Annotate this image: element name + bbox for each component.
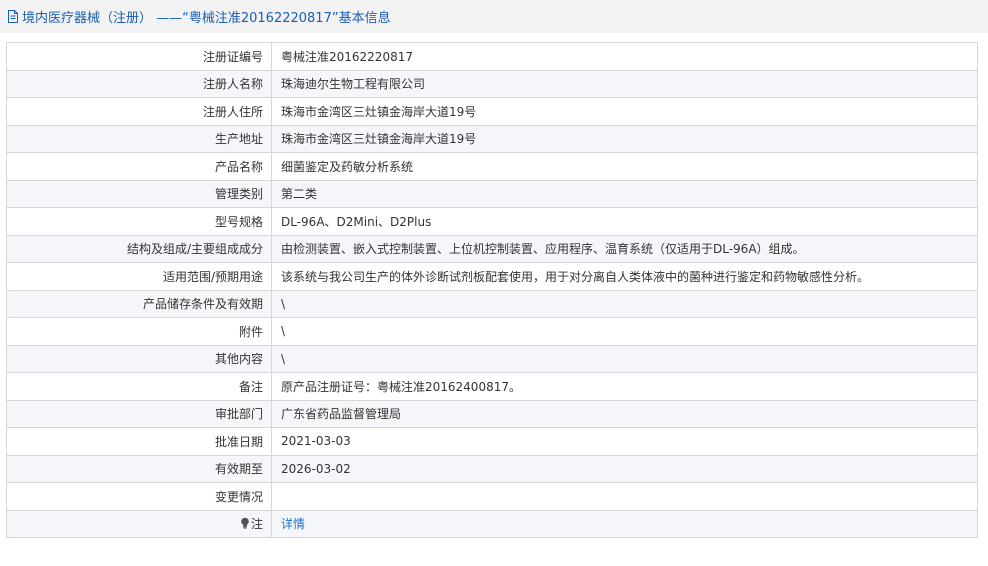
- row-label: 注册人住所: [6, 97, 272, 126]
- table-row: 其他内容 \: [6, 344, 978, 373]
- table-row: 有效期至 2026-03-02: [6, 454, 978, 483]
- row-value: 原产品注册证号：粤械注准20162400817。: [271, 372, 978, 401]
- row-label: 生产地址: [6, 124, 272, 153]
- row-value: 珠海迪尔生物工程有限公司: [271, 69, 978, 98]
- row-value: 粤械注准20162220817: [271, 42, 978, 71]
- table-row: 注册人名称 珠海迪尔生物工程有限公司: [6, 69, 978, 98]
- row-value: 广东省药品监督管理局: [271, 399, 978, 428]
- row-value: 珠海市金湾区三灶镇金海岸大道19号: [271, 97, 978, 126]
- table-row: 备注 原产品注册证号：粤械注准20162400817。: [6, 372, 978, 401]
- row-label: 结构及组成/主要组成成分: [6, 234, 272, 263]
- table-row: 批准日期 2021-03-03: [6, 427, 978, 456]
- row-value: 珠海市金湾区三灶镇金海岸大道19号: [271, 124, 978, 153]
- row-value: [271, 482, 978, 511]
- row-label: 变更情况: [6, 482, 272, 511]
- table-row: 注册人住所 珠海市金湾区三灶镇金海岸大道19号: [6, 97, 978, 126]
- row-label: 其他内容: [6, 344, 272, 373]
- table-row: 注册证编号 粤械注准20162220817: [6, 42, 978, 71]
- note-label: 注: [250, 517, 263, 532]
- row-value: 2021-03-03: [271, 427, 978, 456]
- document-icon: [7, 10, 19, 23]
- table-row: 产品名称 细菌鉴定及药敏分析系统: [6, 152, 978, 181]
- row-label: 附件: [6, 317, 272, 346]
- row-value: \: [271, 317, 978, 346]
- info-table: 注册证编号 粤械注准20162220817 注册人名称 珠海迪尔生物工程有限公司…: [6, 42, 978, 538]
- table-row: 生产地址 珠海市金湾区三灶镇金海岸大道19号: [6, 124, 978, 153]
- row-label: 审批部门: [6, 399, 272, 428]
- table-row: 变更情况: [6, 482, 978, 511]
- row-label: 产品储存条件及有效期: [6, 289, 272, 318]
- row-label: 型号规格: [6, 207, 272, 236]
- row-label: 产品名称: [6, 152, 272, 181]
- row-label: 有效期至: [6, 454, 272, 483]
- details-link[interactable]: 详情: [281, 517, 305, 531]
- row-label: 注册证编号: [6, 42, 272, 71]
- page-title: 境内医疗器械（注册） ——“粤械注准20162220817”基本信息: [22, 11, 391, 26]
- row-label: 管理类别: [6, 179, 272, 208]
- row-label: 适用范围/预期用途: [6, 262, 272, 291]
- note-label-cell: 注: [6, 509, 272, 538]
- table-row: 产品储存条件及有效期 \: [6, 289, 978, 318]
- table-row: 审批部门 广东省药品监督管理局: [6, 399, 978, 428]
- lightbulb-icon: [240, 517, 250, 529]
- note-row: 注 详情: [6, 509, 978, 538]
- row-value: 2026-03-02: [271, 454, 978, 483]
- row-value: \: [271, 289, 978, 318]
- row-value: DL-96A、D2Mini、D2Plus: [271, 207, 978, 236]
- table-row: 适用范围/预期用途 该系统与我公司生产的体外诊断试剂板配套使用，用于对分离自人类…: [6, 262, 978, 291]
- table-row: 管理类别 第二类: [6, 179, 978, 208]
- row-value: 由检测装置、嵌入式控制装置、上位机控制装置、应用程序、温育系统（仅适用于DL-9…: [271, 234, 978, 263]
- row-label: 注册人名称: [6, 69, 272, 98]
- table-row: 结构及组成/主要组成成分 由检测装置、嵌入式控制装置、上位机控制装置、应用程序、…: [6, 234, 978, 263]
- note-value-cell: 详情: [271, 509, 978, 538]
- table-row: 附件 \: [6, 317, 978, 346]
- row-value: 该系统与我公司生产的体外诊断试剂板配套使用，用于对分离自人类体液中的菌种进行鉴定…: [271, 262, 978, 291]
- table-row: 型号规格 DL-96A、D2Mini、D2Plus: [6, 207, 978, 236]
- row-value: 第二类: [271, 179, 978, 208]
- row-label: 批准日期: [6, 427, 272, 456]
- row-value: \: [271, 344, 978, 373]
- row-value: 细菌鉴定及药敏分析系统: [271, 152, 978, 181]
- row-label: 备注: [6, 372, 272, 401]
- page-title-bar: 境内医疗器械（注册） ——“粤械注准20162220817”基本信息: [0, 0, 988, 33]
